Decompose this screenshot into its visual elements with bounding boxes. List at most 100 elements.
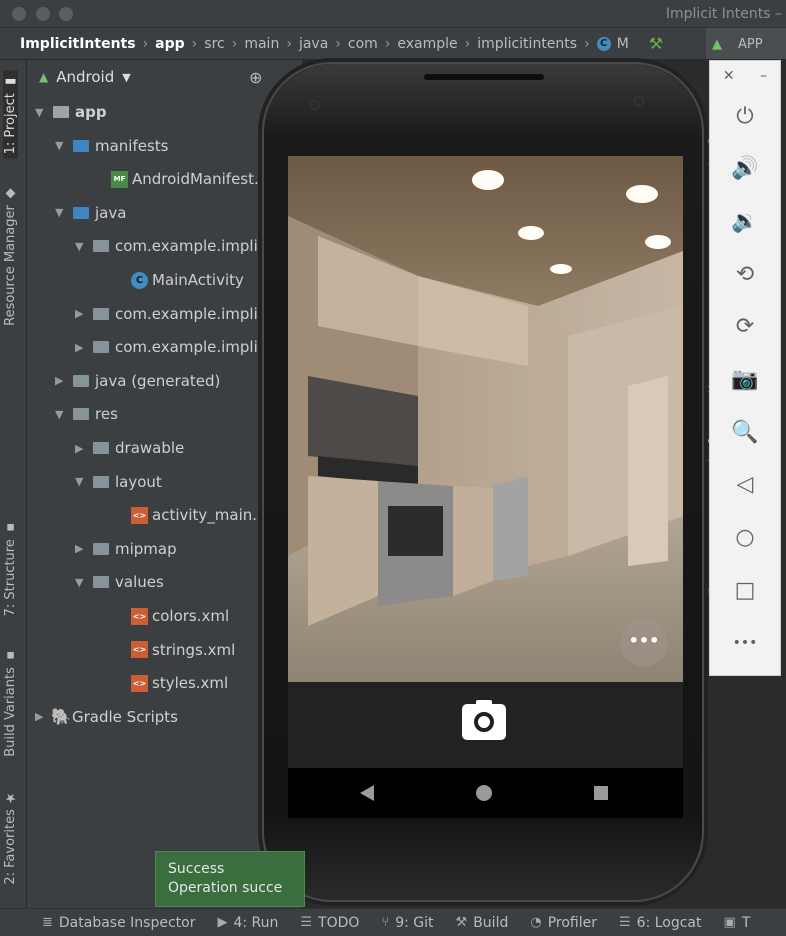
expand-arrow-right-icon[interactable]: ▶ <box>75 442 89 455</box>
chevron-right-icon: › <box>231 35 238 52</box>
overview-button[interactable]: □ <box>728 573 762 607</box>
device-screen[interactable]: ••• <box>288 156 683 818</box>
breadcrumb-implicitintents[interactable]: implicitintents <box>477 36 577 52</box>
todo-icon: ☰ <box>300 915 313 930</box>
camera-viewfinder[interactable]: ••• <box>288 156 683 682</box>
home-icon[interactable] <box>476 785 492 801</box>
folder-icon <box>93 576 109 589</box>
expand-arrow-down-icon[interactable]: ▼ <box>55 408 69 421</box>
tree-item[interactable]: <> activity_main.xml <box>95 499 285 531</box>
rotate-left-button[interactable]: ⟲ <box>728 257 762 291</box>
tree-item[interactable]: <> colors.xml <box>95 600 229 632</box>
navigation-bar: ImplicitIntents › app › src › main › java › c… <box>0 28 786 60</box>
back-icon[interactable] <box>360 785 374 801</box>
bottom-tab-label: Profiler <box>547 914 597 931</box>
hammer-build-icon[interactable]: ⚒ <box>649 34 663 53</box>
chevron-right-icon: › <box>384 35 391 52</box>
expand-arrow-right-icon[interactable]: ▶ <box>75 307 89 320</box>
rotate-right-button[interactable]: ⟳ <box>728 310 762 344</box>
run-configuration-selector[interactable]: ▲ APP <box>706 28 786 59</box>
minimize-window-button[interactable] <box>36 7 50 21</box>
tree-item[interactable]: ▼ manifests <box>55 130 169 162</box>
camera-icon: 📷 <box>731 367 759 392</box>
bottom-tab-build[interactable]: ⚒ Build <box>456 915 509 931</box>
expand-arrow-down-icon[interactable]: ▼ <box>35 106 49 119</box>
chevron-down-icon: ▼ <box>122 70 131 84</box>
tree-item-label: drawable <box>115 439 185 457</box>
overview-icon[interactable] <box>594 786 608 800</box>
breadcrumb-com[interactable]: com <box>348 36 378 52</box>
zoom-button[interactable]: 🔍 <box>728 415 762 449</box>
camera-button[interactable]: 📷 <box>728 363 762 397</box>
terminal-icon: ▣ <box>723 915 736 930</box>
close-window-button[interactable] <box>12 7 26 21</box>
tree-item[interactable]: ▼ res <box>55 398 118 430</box>
breadcrumb-main[interactable]: main <box>244 36 279 52</box>
more-button[interactable]: ••• <box>728 626 762 660</box>
tree-item[interactable]: ▼ java <box>55 197 126 229</box>
tree-item[interactable]: ▼ app <box>35 96 107 128</box>
bottom-tab-git[interactable]: ⑂ 9: Git <box>381 915 433 931</box>
success-notification[interactable]: Success Operation succe <box>155 851 305 907</box>
emulator-toolbar: ✕ – ⏻ 🔊 🔉 ⟲ ⟳ 📷 🔍 ◁ ○ □ ••• <box>709 60 781 676</box>
tree-item[interactable]: ▶ java (generated) <box>55 365 220 397</box>
tree-item-label: java <box>95 203 127 222</box>
tab-project[interactable]: 1: Project ▬ <box>3 70 18 159</box>
tree-item[interactable]: <> strings.xml <box>95 634 235 666</box>
breadcrumb-java[interactable]: java <box>299 36 328 52</box>
tree-item[interactable]: C MainActivity <box>95 264 244 296</box>
expand-arrow-down-icon[interactable]: ▼ <box>75 240 89 253</box>
expand-arrow-right-icon[interactable]: ▶ <box>75 341 89 354</box>
camera-shutter-button[interactable] <box>462 700 506 740</box>
chevron-right-icon: › <box>584 35 590 52</box>
home-icon: ○ <box>735 525 755 551</box>
tab-build-variants[interactable]: Build Variants ▪ <box>3 648 18 757</box>
volume-up-button[interactable]: 🔊 <box>728 152 762 186</box>
bottom-tab-todo[interactable]: ☰ TODO <box>300 915 359 931</box>
bottom-tab-label: 6: Logcat <box>636 914 702 931</box>
tree-item[interactable]: ▶ 🐘 Gradle Scripts <box>35 701 178 733</box>
expand-arrow-right-icon[interactable]: ▶ <box>75 542 89 555</box>
minimize-icon[interactable]: – <box>760 68 767 84</box>
manifest-file-icon: MF <box>111 170 128 188</box>
tree-item[interactable]: ▼ values <box>75 566 164 598</box>
tree-item[interactable]: ▶ drawable <box>75 432 184 464</box>
breadcrumb-app[interactable]: app <box>155 36 185 52</box>
folder-icon <box>73 408 89 421</box>
tree-item-label: styles.xml <box>152 674 229 693</box>
expand-arrow-down-icon[interactable]: ▼ <box>55 139 69 152</box>
locate-icon[interactable]: ⊕ <box>249 68 262 87</box>
tab-structure[interactable]: 7: Structure ▪ <box>3 520 18 616</box>
back-button[interactable]: ◁ <box>728 468 762 502</box>
expand-arrow-down-icon[interactable]: ▼ <box>75 475 89 488</box>
power-button[interactable]: ⏻ <box>728 99 762 133</box>
tab-resource-manager[interactable]: Resource Manager ◆ <box>3 186 18 326</box>
bottom-tab-label: T <box>741 914 751 931</box>
more-options-button[interactable]: ••• <box>620 619 668 667</box>
bottom-tab-logcat[interactable]: ☰ 6: Logcat <box>619 915 702 931</box>
tree-item[interactable]: MF AndroidManifest.xml <box>75 163 286 195</box>
bottom-tool-bar: ≣ Database Inspector ▶ 4: Run ☰ TODO ⑂ 9: Git ⚒ B… <box>0 908 786 936</box>
volume-down-button[interactable]: 🔉 <box>728 204 762 238</box>
tree-item[interactable]: ▶ mipmap <box>75 533 177 565</box>
home-button[interactable]: ○ <box>728 521 762 555</box>
bottom-tab-profiler[interactable]: ◔ Profiler <box>530 915 597 931</box>
expand-arrow-right-icon[interactable]: ▶ <box>35 710 49 723</box>
front-camera <box>634 96 644 106</box>
android-icon: ▲ <box>39 70 49 84</box>
expand-arrow-right-icon[interactable]: ▶ <box>55 374 69 387</box>
tab-favorites[interactable]: 2: Favorites ★ <box>3 790 18 885</box>
tree-item[interactable]: ▼ layout <box>75 466 162 498</box>
bottom-tab-run[interactable]: ▶ 4: Run <box>217 915 278 931</box>
breadcrumb-mainactivity[interactable]: M <box>617 36 629 52</box>
bottom-tab-terminal[interactable]: ▣ T <box>724 915 751 931</box>
expand-arrow-down-icon[interactable]: ▼ <box>75 576 89 589</box>
bottom-tab-database[interactable]: ≣ Database Inspector <box>42 915 195 931</box>
breadcrumb-project[interactable]: ImplicitIntents <box>20 36 136 52</box>
expand-arrow-down-icon[interactable]: ▼ <box>55 206 69 219</box>
breadcrumb-example[interactable]: example <box>397 36 457 52</box>
close-icon[interactable]: ✕ <box>723 68 735 84</box>
tree-item[interactable]: <> styles.xml <box>95 667 228 699</box>
zoom-window-button[interactable] <box>59 7 73 21</box>
breadcrumb-src[interactable]: src <box>204 36 224 52</box>
